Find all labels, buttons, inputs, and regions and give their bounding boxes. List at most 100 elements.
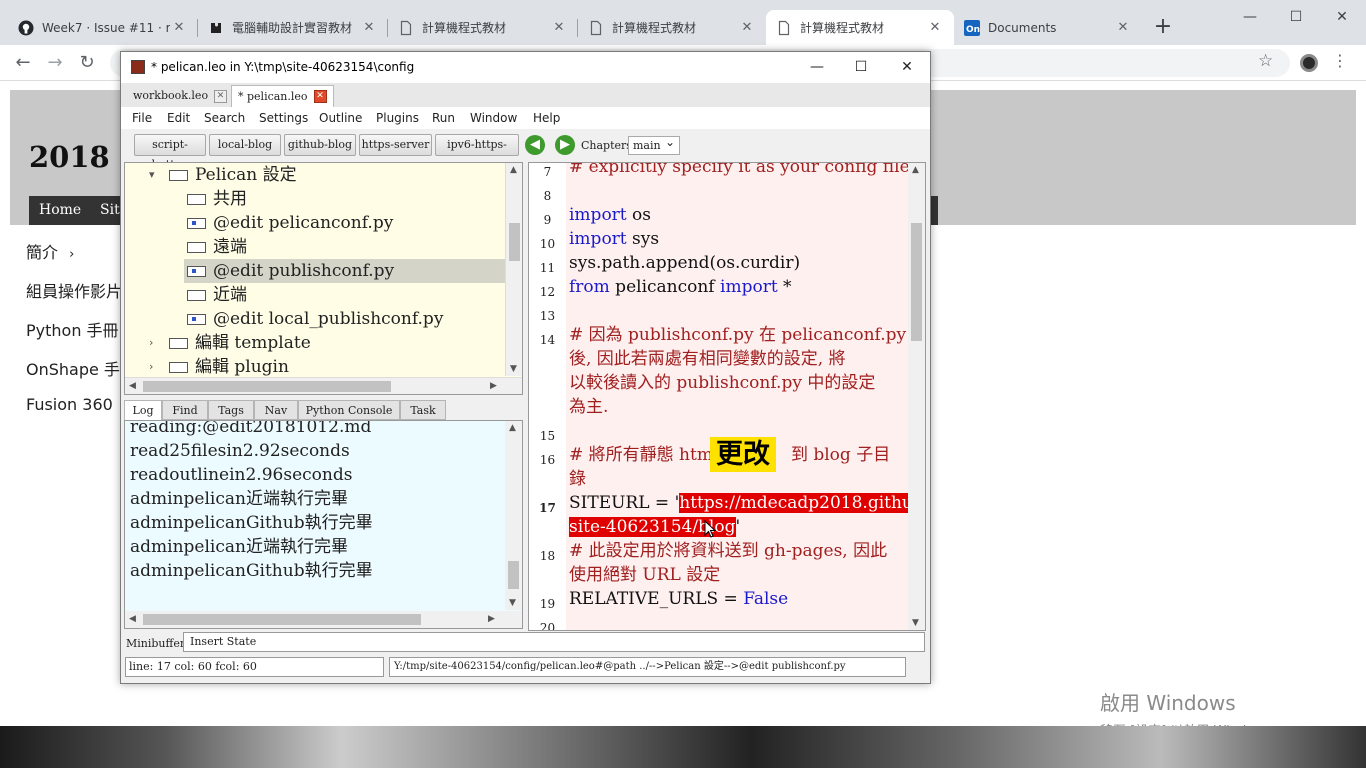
profile-avatar[interactable] [1300,54,1318,72]
outline-horizontal-scrollbar[interactable]: ◀ ▶ [125,377,522,394]
scroll-right-icon[interactable]: ▶ [490,381,497,391]
menu-plugins[interactable]: Plugins [376,111,419,125]
menu-settings[interactable]: Settings [259,111,308,125]
outline-node[interactable]: ▾ Pelican 設定 [149,163,519,187]
close-tab-icon[interactable]: ✕ [360,20,378,35]
expander-icon[interactable]: › [149,331,153,355]
browser-minimize-button[interactable]: — [1227,4,1273,30]
browser-maximize-button[interactable]: ☐ [1273,4,1319,30]
tab-nav[interactable]: Nav [254,400,298,420]
menu-edit[interactable]: Edit [167,111,190,125]
browser-menu-icon[interactable]: ⋮ [1332,51,1348,70]
menu-file[interactable]: File [132,111,152,125]
log-pane[interactable]: reading:@edit20181012.md read25filesin2.… [124,420,523,629]
chapters-select[interactable]: main [628,134,680,155]
github-blog-button[interactable]: github-blog [284,134,356,156]
line-number: 16 [539,453,556,467]
outline-node[interactable]: › 編輯 plugin [149,355,519,379]
script-button[interactable]: script-button [134,134,206,171]
menu-help[interactable]: Help [533,111,560,125]
scroll-down-icon[interactable]: ▼ [912,618,919,628]
browser-tab-github-issue[interactable]: Week7 · Issue #11 · ma ✕ [8,10,198,45]
browser-close-button[interactable]: ✕ [1319,4,1365,30]
browser-tab-onshape-documents[interactable]: On Documents ✕ [954,10,1142,45]
outline-node[interactable]: 遠端 [187,235,507,259]
bookmark-star-icon[interactable]: ☆ [1258,51,1273,71]
scroll-up-icon[interactable]: ▲ [510,165,517,175]
log-pane-tabs: Log Find Tags Nav Python Console Task [124,400,523,420]
expander-icon[interactable]: › [149,355,153,379]
sidebar-link-fusion[interactable]: Fusion 360 [26,395,113,414]
close-tab-icon[interactable]: ✕ [214,89,228,103]
leo-close-button[interactable]: ✕ [884,56,930,78]
sidebar-link-intro[interactable]: 簡介 › [26,239,74,263]
code-line: 錄 [569,469,586,489]
browser-tab-cad-course[interactable]: 電腦輔助設計實習教材 ✕ [198,10,388,45]
scrollbar-thumb[interactable] [509,223,520,261]
tab-tags[interactable]: Tags [208,400,254,420]
browser-tab-program-course-2[interactable]: 計算機程式教材 ✕ [578,10,766,45]
close-tab-icon[interactable]: ✕ [170,20,188,35]
log-vertical-scrollbar[interactable]: ▲ ▼ [505,421,522,610]
tab-find[interactable]: Find [162,400,208,420]
close-tab-icon[interactable]: ✕ [926,20,944,35]
nav-back-arrow-icon[interactable]: ◀ [525,135,545,155]
body-vertical-scrollbar[interactable]: ▲ ▼ [908,163,925,630]
sidebar-link-videos[interactable]: 組員操作影片 [26,278,122,302]
outline-node[interactable]: › 編輯 template [149,331,519,355]
reload-icon[interactable]: ↻ [74,51,100,75]
outline-node[interactable]: 共用 [187,187,507,211]
scrollbar-thumb[interactable] [911,223,922,341]
close-tab-icon[interactable]: ✕ [313,90,327,103]
scroll-left-icon[interactable]: ◀ [129,381,136,391]
menu-outline[interactable]: Outline [319,111,362,125]
leo-tab-workbook[interactable]: workbook.leo ✕ [127,85,233,107]
scroll-right-icon[interactable]: ▶ [488,614,495,624]
browser-tab-program-course-active[interactable]: 計算機程式教材 ✕ [766,10,954,45]
outline-node[interactable]: 近端 [187,283,507,307]
menu-search[interactable]: Search [204,111,245,125]
close-tab-icon[interactable]: ✕ [738,20,756,35]
tab-task[interactable]: Task [400,400,446,420]
close-tab-icon[interactable]: ✕ [550,20,568,35]
browser-tab-program-course-1[interactable]: 計算機程式教材 ✕ [388,10,578,45]
back-arrow-icon[interactable]: ← [10,51,36,75]
scroll-up-icon[interactable]: ▲ [509,423,516,433]
scrollbar-thumb[interactable] [143,381,391,392]
tab-log[interactable]: Log [124,400,162,420]
outline-vertical-scrollbar[interactable]: ▲ ▼ [505,163,522,376]
leo-tab-pelican[interactable]: * pelican.leo ✕ [231,85,334,107]
new-tab-button[interactable]: + [1150,14,1176,40]
scrollbar-thumb[interactable] [508,561,519,589]
menu-window[interactable]: Window [470,111,517,125]
outline-node-selected[interactable]: @edit publishconf.py [184,259,507,283]
line-number: 11 [539,261,556,275]
sidebar-link-python[interactable]: Python 手冊 [26,317,119,341]
svg-text:On: On [966,25,980,35]
scroll-down-icon[interactable]: ▼ [510,364,517,374]
outline-node[interactable]: @edit local_publishconf.py [187,307,507,331]
leo-maximize-button[interactable]: ☐ [838,56,884,78]
scroll-up-icon[interactable]: ▲ [912,165,919,175]
leo-minimize-button[interactable]: — [794,56,840,78]
scroll-left-icon[interactable]: ◀ [129,614,136,624]
log-horizontal-scrollbar[interactable]: ◀ ▶ [125,611,522,628]
scrollbar-thumb[interactable] [143,614,421,625]
menu-run[interactable]: Run [432,111,455,125]
minibuffer-input[interactable]: Insert State [183,632,925,652]
ipv6-https-server-button[interactable]: ipv6-https-server [435,134,519,171]
close-tab-icon[interactable]: ✕ [1114,20,1132,35]
code-text-area[interactable]: # explicitly specify it as your config f… [566,163,925,630]
body-editor-pane[interactable]: 7 8 9 10 11 12 13 14 15 16 17 18 19 20 #… [528,162,926,631]
expander-icon[interactable]: ▾ [149,163,155,187]
tab-python-console[interactable]: Python Console [298,400,400,420]
nav-home[interactable]: Home [29,196,92,225]
sidebar-link-onshape[interactable]: OnShape 手 [26,356,120,380]
local-blog-button[interactable]: local-blog [209,134,281,156]
https-server-button[interactable]: https-server [359,134,432,156]
nav-forward-arrow-icon[interactable]: ▶ [555,135,575,155]
forward-arrow-icon[interactable]: → [42,51,68,75]
outline-node[interactable]: @edit pelicanconf.py [187,211,507,235]
scroll-down-icon[interactable]: ▼ [509,598,516,608]
outline-pane[interactable]: ▾ Pelican 設定 共用 @edit pelicanconf.py 遠端 … [124,162,523,395]
